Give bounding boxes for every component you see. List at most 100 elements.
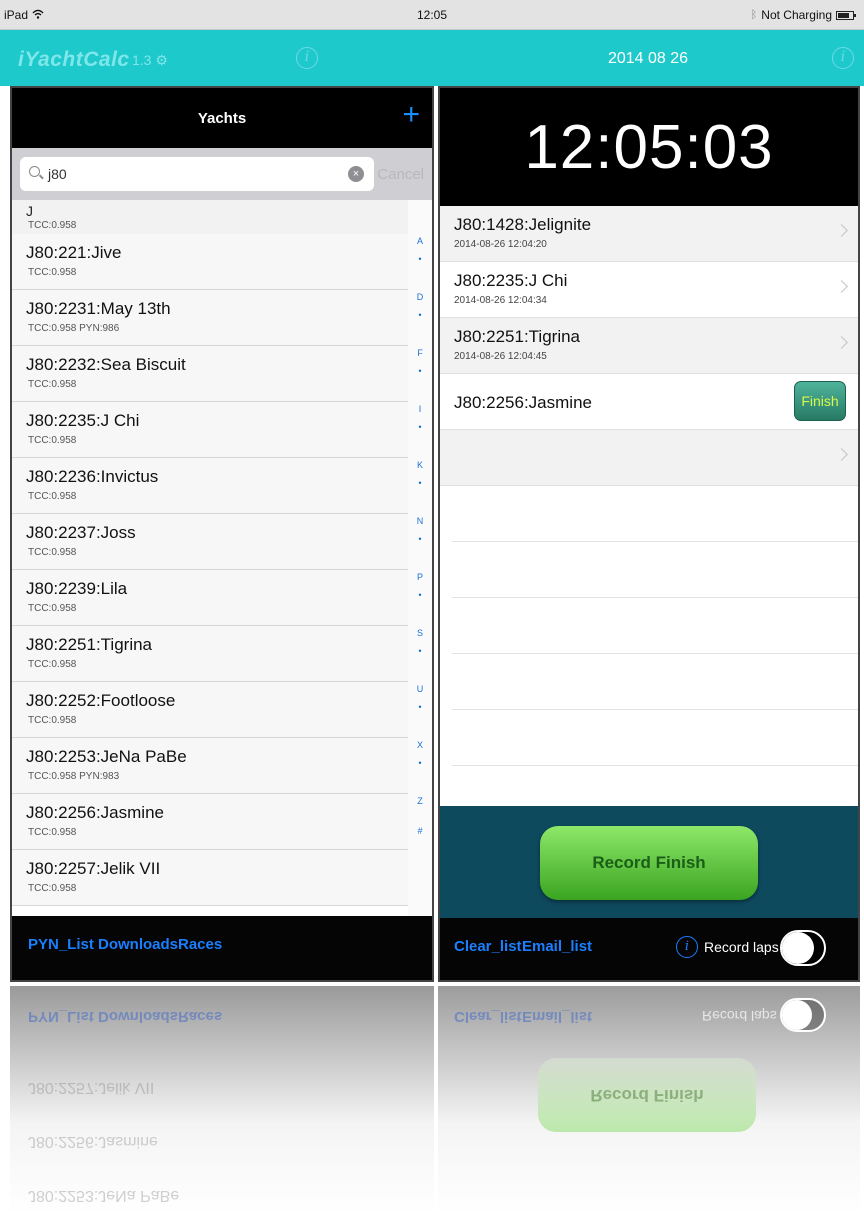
email-list-button[interactable]: Email_list — [522, 938, 592, 955]
yacht-name: J80:2231:May 13th — [26, 299, 171, 318]
finish-button[interactable]: Finish — [794, 381, 846, 421]
pending-yacht-name: J80:2256:Jasmine — [454, 393, 592, 412]
reflection-left: PYN_List Downloads Races J80:2257:Jelik … — [10, 986, 434, 1215]
index-letter[interactable]: F — [408, 348, 432, 358]
settings-gear-icon[interactable]: ⚙ — [155, 52, 168, 68]
add-yacht-button[interactable]: + — [402, 98, 420, 132]
yacht-row[interactable]: J80:2231:May 13th TCC:0.958 PYN:986 — [12, 290, 408, 346]
index-letter[interactable]: D — [408, 292, 432, 302]
chevron-right-icon — [835, 224, 848, 237]
right-toolbar: Clear_list Email_list i Record laps — [440, 918, 858, 980]
index-letter[interactable]: I — [408, 404, 432, 414]
races-button[interactable]: Races — [178, 936, 222, 953]
finish-timestamp: 2014-08-26 12:04:34 — [454, 295, 547, 306]
index-letter[interactable]: K — [408, 460, 432, 470]
yacht-row[interactable]: J80:221:Jive TCC:0.958 — [12, 234, 408, 290]
yacht-rating: TCC:0.958 — [28, 267, 77, 278]
reflection: PYN_List Downloads Races J80:2257:Jelik … — [0, 986, 864, 1215]
empty-finish-row[interactable] — [440, 430, 858, 486]
finish-row[interactable]: J80:2235:J Chi 2014-08-26 12:04:34 — [440, 262, 858, 318]
reflected-yacht-name: J80:2253:JeNa PaBe — [28, 1187, 180, 1204]
index-dot[interactable]: • — [408, 646, 432, 656]
finish-yacht-name: J80:2251:Tigrina — [454, 327, 581, 346]
section-index-bar[interactable]: A • D • F • I • K • N • P • S • U • X • … — [408, 200, 432, 916]
status-bar: iPad 12:05 ᛒ Not Charging — [0, 0, 864, 30]
finish-timestamp: 2014-08-26 12:04:20 — [454, 239, 547, 250]
reflected-email-list: Email_list — [522, 1008, 593, 1025]
index-dot[interactable]: • — [408, 478, 432, 488]
status-bar-right: ᛒ Not Charging — [750, 8, 856, 22]
yacht-row[interactable]: J80:2237:Joss TCC:0.958 — [12, 514, 408, 570]
finish-row[interactable]: J80:1428:Jelignite 2014-08-26 12:04:20 — [440, 206, 858, 262]
yacht-rating: TCC:0.958 — [28, 603, 77, 614]
yacht-rating: TCC:0.958 — [28, 827, 77, 838]
index-dot[interactable]: • — [408, 254, 432, 264]
index-dot[interactable]: • — [408, 702, 432, 712]
index-dot[interactable]: • — [408, 534, 432, 544]
finish-yacht-name: J80:2235:J Chi — [454, 271, 568, 290]
index-letter[interactable]: U — [408, 684, 432, 694]
search-bar: j80 × Cancel — [12, 148, 432, 200]
status-time: 12:05 — [416, 8, 448, 22]
yacht-row[interactable]: J80:2232:Sea Biscuit TCC:0.958 — [12, 346, 408, 402]
index-dot[interactable]: • — [408, 422, 432, 432]
clear-search-icon[interactable]: × — [348, 166, 364, 182]
index-dot[interactable]: • — [408, 366, 432, 376]
index-dot[interactable]: • — [408, 590, 432, 600]
index-dot[interactable]: • — [408, 310, 432, 320]
search-input[interactable]: j80 × — [20, 157, 374, 191]
record-finish-button[interactable]: Record Finish — [540, 826, 758, 900]
yachts-header: Yachts + — [12, 88, 432, 148]
yacht-row[interactable]: J80:2252:Footloose TCC:0.958 — [12, 682, 408, 738]
record-laps-info-icon[interactable]: i — [676, 936, 698, 958]
yacht-name: J80:2252:Footloose — [26, 691, 176, 710]
downloads-button[interactable]: Downloads — [98, 936, 178, 953]
left-info-button[interactable]: i — [296, 47, 318, 69]
app-title: iYachtCalc — [18, 48, 130, 71]
race-clock: 12:05:03 — [524, 113, 774, 182]
search-value[interactable]: j80 — [48, 166, 67, 182]
index-letter[interactable]: P — [408, 572, 432, 582]
finish-list: J80:1428:Jelignite 2014-08-26 12:04:20 J… — [440, 206, 858, 806]
pyn-list-button[interactable]: PYN_List — [28, 936, 94, 953]
empty-row — [452, 542, 858, 598]
record-area: Record Finish — [440, 806, 858, 918]
record-laps-toggle[interactable] — [780, 930, 826, 966]
yachts-title: Yachts — [197, 110, 247, 127]
yacht-row[interactable]: J80:2235:J Chi TCC:0.958 — [12, 402, 408, 458]
index-letter[interactable]: # — [408, 826, 432, 836]
yacht-name: J80:2235:J Chi — [26, 411, 140, 430]
pending-finish-row[interactable]: J80:2256:Jasmine Finish — [440, 374, 858, 430]
empty-row — [452, 598, 858, 654]
yacht-row[interactable]: J80:2236:Invictus TCC:0.958 — [12, 458, 408, 514]
index-letter[interactable]: X — [408, 740, 432, 750]
index-letter[interactable]: S — [408, 628, 432, 638]
section-sub: TCC:0.958 — [28, 220, 77, 231]
yacht-name: J80:2232:Sea Biscuit — [26, 355, 186, 374]
reflected-toggle-knob — [782, 1000, 812, 1030]
index-letter[interactable]: A — [408, 236, 432, 246]
nav-bar: iYachtCalc 1.3 ⚙ i 2014 08 26 i — [0, 30, 864, 86]
chevron-right-icon — [835, 280, 848, 293]
finish-row[interactable]: J80:2251:Tigrina 2014-08-26 12:04:45 — [440, 318, 858, 374]
yacht-rating: TCC:0.958 — [28, 379, 77, 390]
reflected-toggle — [780, 998, 826, 1032]
index-letter[interactable]: Z — [408, 796, 432, 806]
index-letter[interactable]: N — [408, 516, 432, 526]
yacht-name: J80:2253:JeNa PaBe — [26, 747, 187, 766]
right-info-button[interactable]: i — [832, 47, 854, 69]
empty-row — [452, 710, 858, 766]
yacht-row[interactable]: J80:2253:JeNa PaBe TCC:0.958 PYN:983 — [12, 738, 408, 794]
search-cancel-button[interactable]: Cancel — [377, 166, 424, 183]
yacht-row[interactable]: J80:2256:Jasmine TCC:0.958 — [12, 794, 408, 850]
yacht-rating: TCC:0.958 — [28, 547, 77, 558]
index-dot[interactable]: • — [408, 758, 432, 768]
yacht-row[interactable]: J80:2257:Jelik VII TCC:0.958 — [12, 850, 408, 906]
battery-status: Not Charging — [761, 8, 832, 22]
bluetooth-icon: ᛒ — [750, 9, 758, 21]
yacht-row[interactable]: J80:2239:Lila TCC:0.958 — [12, 570, 408, 626]
yacht-row[interactable]: J80:2251:Tigrina TCC:0.958 — [12, 626, 408, 682]
yacht-name: J80:2251:Tigrina — [26, 635, 153, 654]
clear-list-button[interactable]: Clear_list — [454, 938, 522, 955]
record-laps-label: Record laps — [704, 939, 779, 955]
